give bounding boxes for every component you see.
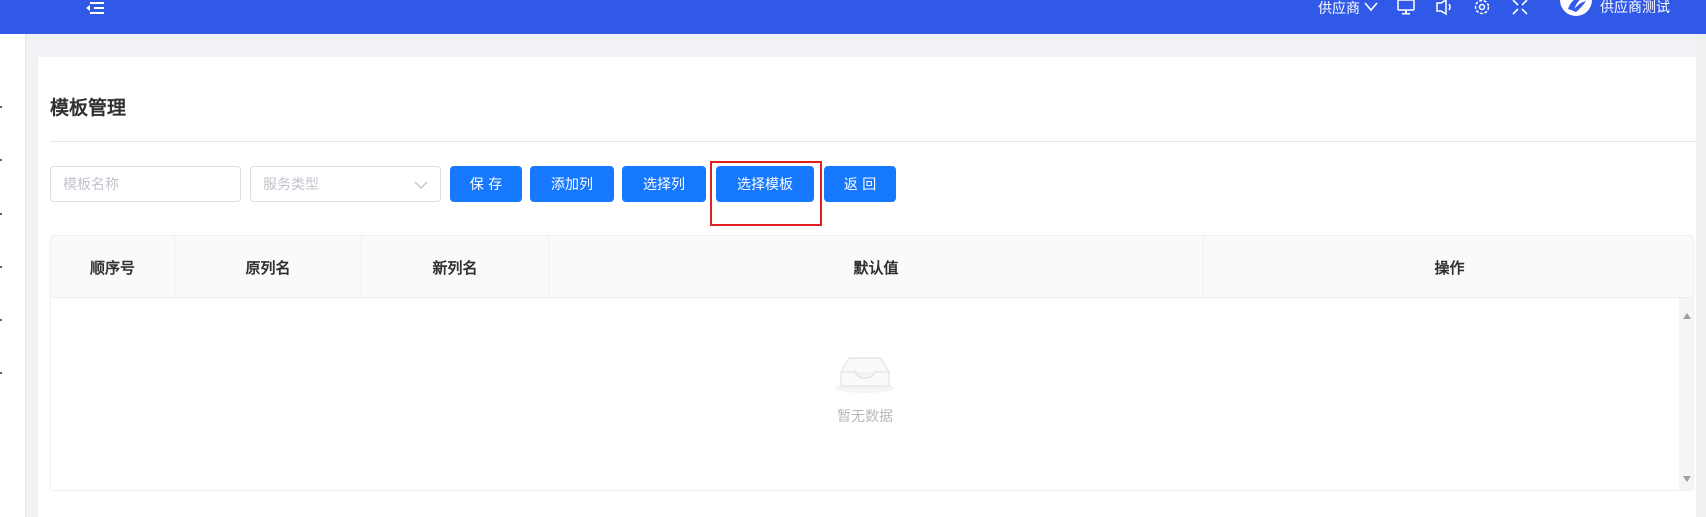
page-scrollbar[interactable] (1696, 34, 1706, 517)
avatar[interactable] (1560, 0, 1592, 16)
chevron-down-icon (414, 178, 428, 194)
sidebar (0, 34, 26, 517)
save-button[interactable]: 保 存 (450, 166, 522, 202)
select-column-button[interactable]: 选择列 (622, 166, 706, 202)
sidebar-item-marker[interactable] (0, 106, 2, 108)
username[interactable]: 供应商测试 (1600, 1, 1670, 15)
page-title: 模板管理 (50, 97, 127, 119)
scroll-down-icon[interactable] (1683, 467, 1691, 486)
table-body: 暂无数据 (51, 298, 1693, 490)
empty-text: 暂无数据 (837, 409, 893, 425)
column-header-default-value: 默认值 (549, 236, 1204, 298)
column-header-original-name: 原列名 (175, 236, 362, 298)
sidebar-item-marker[interactable] (0, 372, 2, 374)
service-type-select[interactable]: 服务类型 (250, 166, 441, 202)
gear-icon[interactable] (1472, 0, 1492, 16)
select-template-button[interactable]: 选择模板 (716, 166, 814, 202)
supplier-switch[interactable]: 供应商 (1318, 0, 1378, 18)
top-header-bar: 供应商 供应商测试 (0, 0, 1706, 34)
divider (50, 141, 1706, 142)
empty-inbox-icon (833, 357, 897, 398)
back-button[interactable]: 返 回 (824, 166, 896, 202)
sidebar-item-marker[interactable] (0, 213, 2, 215)
column-header-new-name: 新列名 (362, 236, 549, 298)
content-card: 模板管理 模板名称 服务类型 保 存 添加列 选择列 选择模板 返 回 顺序号 … (38, 57, 1706, 517)
column-header-actions: 操作 (1434, 258, 1465, 277)
fullscreen-icon[interactable] (1510, 0, 1530, 16)
sidebar-item-marker[interactable] (0, 266, 2, 268)
speaker-icon[interactable] (1434, 0, 1454, 16)
menu-fold-icon[interactable] (84, 0, 106, 16)
table-header: 顺序号 原列名 新列名 默认值 操作 (51, 236, 1693, 298)
sidebar-item-marker[interactable] (0, 159, 2, 161)
table-scrollbar[interactable] (1679, 298, 1693, 490)
add-column-button[interactable]: 添加列 (530, 166, 614, 202)
service-type-placeholder: 服务类型 (263, 177, 319, 193)
template-name-input[interactable]: 模板名称 (50, 166, 241, 202)
column-header-order: 顺序号 (51, 236, 175, 298)
scroll-up-icon[interactable] (1683, 304, 1691, 323)
supplier-switch-label: 供应商 (1318, 1, 1360, 17)
columns-table: 顺序号 原列名 新列名 默认值 操作 暂无数据 (50, 235, 1694, 491)
chevron-down-icon (1364, 0, 1378, 16)
sidebar-item-marker[interactable] (0, 319, 2, 321)
empty-state: 暂无数据 (825, 350, 905, 426)
monitor-icon[interactable] (1396, 0, 1416, 16)
header-actions: 供应商 供应商测试 (1318, 0, 1670, 18)
